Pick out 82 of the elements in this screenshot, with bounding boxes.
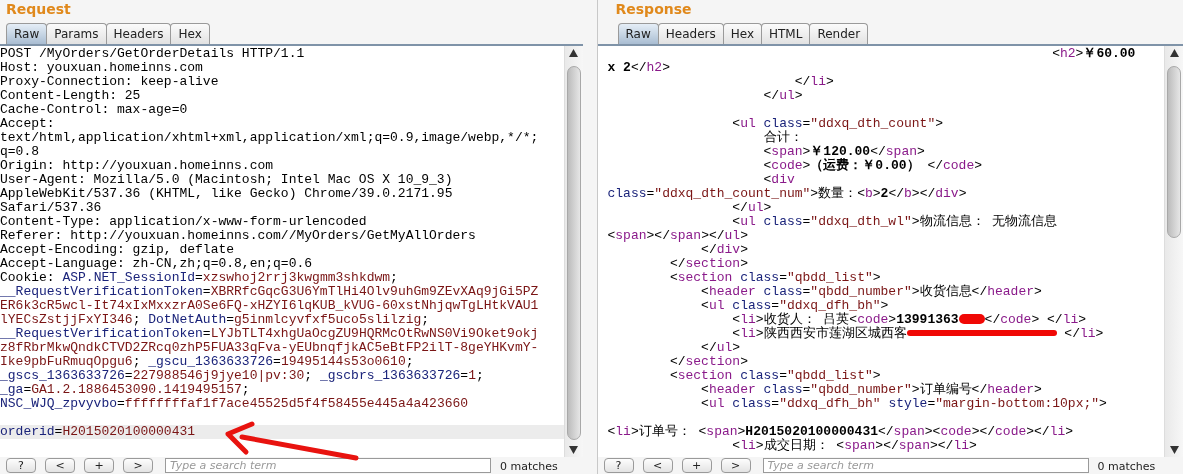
tab[interactable]: Render (809, 23, 869, 44)
tab[interactable]: Params (46, 23, 107, 44)
code-line: </div> (700, 243, 749, 257)
code-line: Ike9pbFuRmuqOpgu6; _gscu_1363633726=19495144s53o0610; (0, 355, 415, 369)
code-line: <section class="qbdd_list"> (668, 369, 882, 383)
code-line: <ul class="ddxq_dth_wl">物流信息： 无物流信息 (731, 215, 1059, 229)
code-line: _ga=GA1.2.1886453090.1419495157; (0, 383, 251, 397)
search-field[interactable]: Type a search term (762, 458, 1089, 473)
code-line: Content-Length: 25 (0, 89, 142, 103)
code-line: Cache-Control: max-age=0 (0, 103, 189, 117)
code-line: Accept: (0, 117, 56, 131)
code-line: <li>成交日期： <span></span></li> (731, 439, 978, 453)
tab[interactable]: Raw (6, 23, 48, 44)
code-line: </ul> (731, 201, 773, 215)
code-line: class="ddxq_dth_count_num">数量：<b>2</b></div> (607, 187, 968, 201)
code-line: NSC_WJQ_zpvyvbo=ffffffffaf1f7ace45525d5f4f58455e445a4a423660 (0, 397, 470, 411)
code-line: User-Agent: Mozilla/5.0 (Macintosh; Intel Mac OS X 10_9_3) (0, 173, 454, 187)
code-line: text/html,application/xhtml+xml,application/xml;q=0.9,image/webp,*/*; (0, 131, 540, 145)
match-count: 0 matches (1097, 460, 1156, 473)
code-line: Referer: http://youxuan.homeinns.com//MyOrders/GetMyAllOrders (0, 229, 477, 243)
code-line: <header class="qbdd_number">收货信息</header> (700, 285, 1043, 299)
code-line: <section class="qbdd_list"> (668, 271, 882, 285)
scrollbar[interactable] (1164, 46, 1183, 457)
code-line: __RequestVerificationToken=LYJbTLT4xhgUaOcgZU9HQRMcOtRwNS0Vi9Oket9okj (0, 327, 540, 341)
code-line: <ul class="ddxq_dfh_bh" style="margin-bottom:10px;"> (700, 397, 1108, 411)
tab[interactable]: Hex (722, 23, 762, 44)
nav-button[interactable]: ? (6, 458, 36, 473)
nav-button[interactable]: < (45, 458, 75, 473)
nav-button[interactable]: > (123, 458, 153, 473)
code-line: <code>（运费：￥0.00） </code> (762, 159, 983, 173)
code-line: 合计： (762, 131, 804, 145)
tab[interactable]: Raw (617, 23, 659, 44)
code-line: Content-Type: application/x-www-form-urlencoded (0, 215, 368, 229)
scroll-up-icon[interactable] (1169, 49, 1179, 57)
tab[interactable]: Hex (170, 23, 210, 44)
search-field[interactable]: Type a search term (165, 458, 491, 473)
scroll-down-icon[interactable] (1169, 446, 1179, 454)
code-line: lYECsZstjjFxYI346; DotNetAuth=g5inmlcyvfxf5uco5slilzig; (0, 313, 431, 327)
scrollbar[interactable] (563, 46, 583, 457)
code-line: Host: youxuan.homeinns.com (0, 61, 204, 75)
code-line: _gscs_1363633726=227988546j9jye10|pv:30; _gscbrs_1363633726=1; (0, 369, 485, 383)
nav-button[interactable]: ? (603, 458, 634, 473)
nav-button[interactable]: > (720, 458, 751, 473)
scroll-up-icon[interactable] (569, 49, 578, 57)
code-line: <div (762, 173, 796, 187)
code-line: Accept-Language: zh-CN,zh;q=0.8,en;q=0.6 (0, 257, 314, 271)
code-line: Accept-Encoding: gzip, deflate (0, 243, 236, 257)
panel-title: Response (614, 0, 692, 18)
code-line: z8fRbrMkwQndkCTVD2ZRcq0zhP5FUA33qFva-yEUbnqfjkAC5eBtFP2ilT-8geYHKvmY- (0, 341, 540, 355)
code-line: Proxy-Connection: keep-alive (0, 75, 220, 89)
code-line: </ul> (700, 341, 742, 355)
code-line: POST /MyOrders/GetOrderDetails HTTP/1.1 (0, 47, 306, 61)
code-line: <li>收货人： 吕英<code>13991363 </code> </li> (731, 313, 1088, 327)
tab[interactable]: Headers (657, 23, 724, 44)
nav-button[interactable]: + (84, 458, 114, 473)
code-line: </section> (668, 355, 749, 369)
code-line: Cookie: ASP.NET_SessionId=xzswhoj2rrj3kwgmm3shkdwm; (0, 271, 399, 285)
nav-button[interactable]: < (642, 458, 673, 473)
redaction-mark (958, 314, 985, 324)
code-line: <ul class="ddxq_dfh_bh"> (700, 299, 890, 313)
panel-title: Request (5, 0, 71, 18)
code-line: <li>订单号： <span>H2015020100000431</span><code></code></li> (607, 425, 1075, 439)
code-line: AppleWebKit/537.36 (KHTML, like Gecko) Chrome/39.0.2171.95 (0, 187, 454, 201)
code-line: <span></span></ul> (607, 229, 749, 243)
code-line: <header class="qbdd_number">订单编号</header> (700, 383, 1043, 397)
tab[interactable]: HTML (761, 23, 811, 44)
nav-button[interactable]: + (681, 458, 712, 473)
code-line: <ul class="ddxq_dth_count"> (731, 117, 944, 131)
code-line: q=0.8 (0, 145, 40, 159)
code-line: Origin: http://youxuan.homeinns.com (0, 159, 275, 173)
code-line: x 2</h2> (607, 61, 671, 75)
scroll-down-icon[interactable] (569, 446, 578, 454)
code-line: </section> (668, 257, 749, 271)
tab[interactable]: Headers (105, 23, 172, 44)
code-line: __RequestVerificationToken=XBRRfcGqcG3U6YmTlHi4Olv9uhGm9ZEvXAq9jGi5PZ (0, 285, 540, 299)
code-line: </ul> (762, 89, 804, 103)
code-line: <span>￥120.00</span> (762, 145, 926, 159)
code-line: <h2>￥60.00 (1051, 47, 1137, 61)
match-count: 0 matches (500, 460, 558, 473)
code-line: ER6k3cR5wcl-It74xIxMxxzrA0Se6FQ-xHZYI6lqKUB_kVUG-60xstNhjqwTgLHtkVAU1 (0, 299, 540, 313)
code-line: </li> (793, 75, 835, 89)
code-line: Safari/537.36 (0, 201, 103, 215)
